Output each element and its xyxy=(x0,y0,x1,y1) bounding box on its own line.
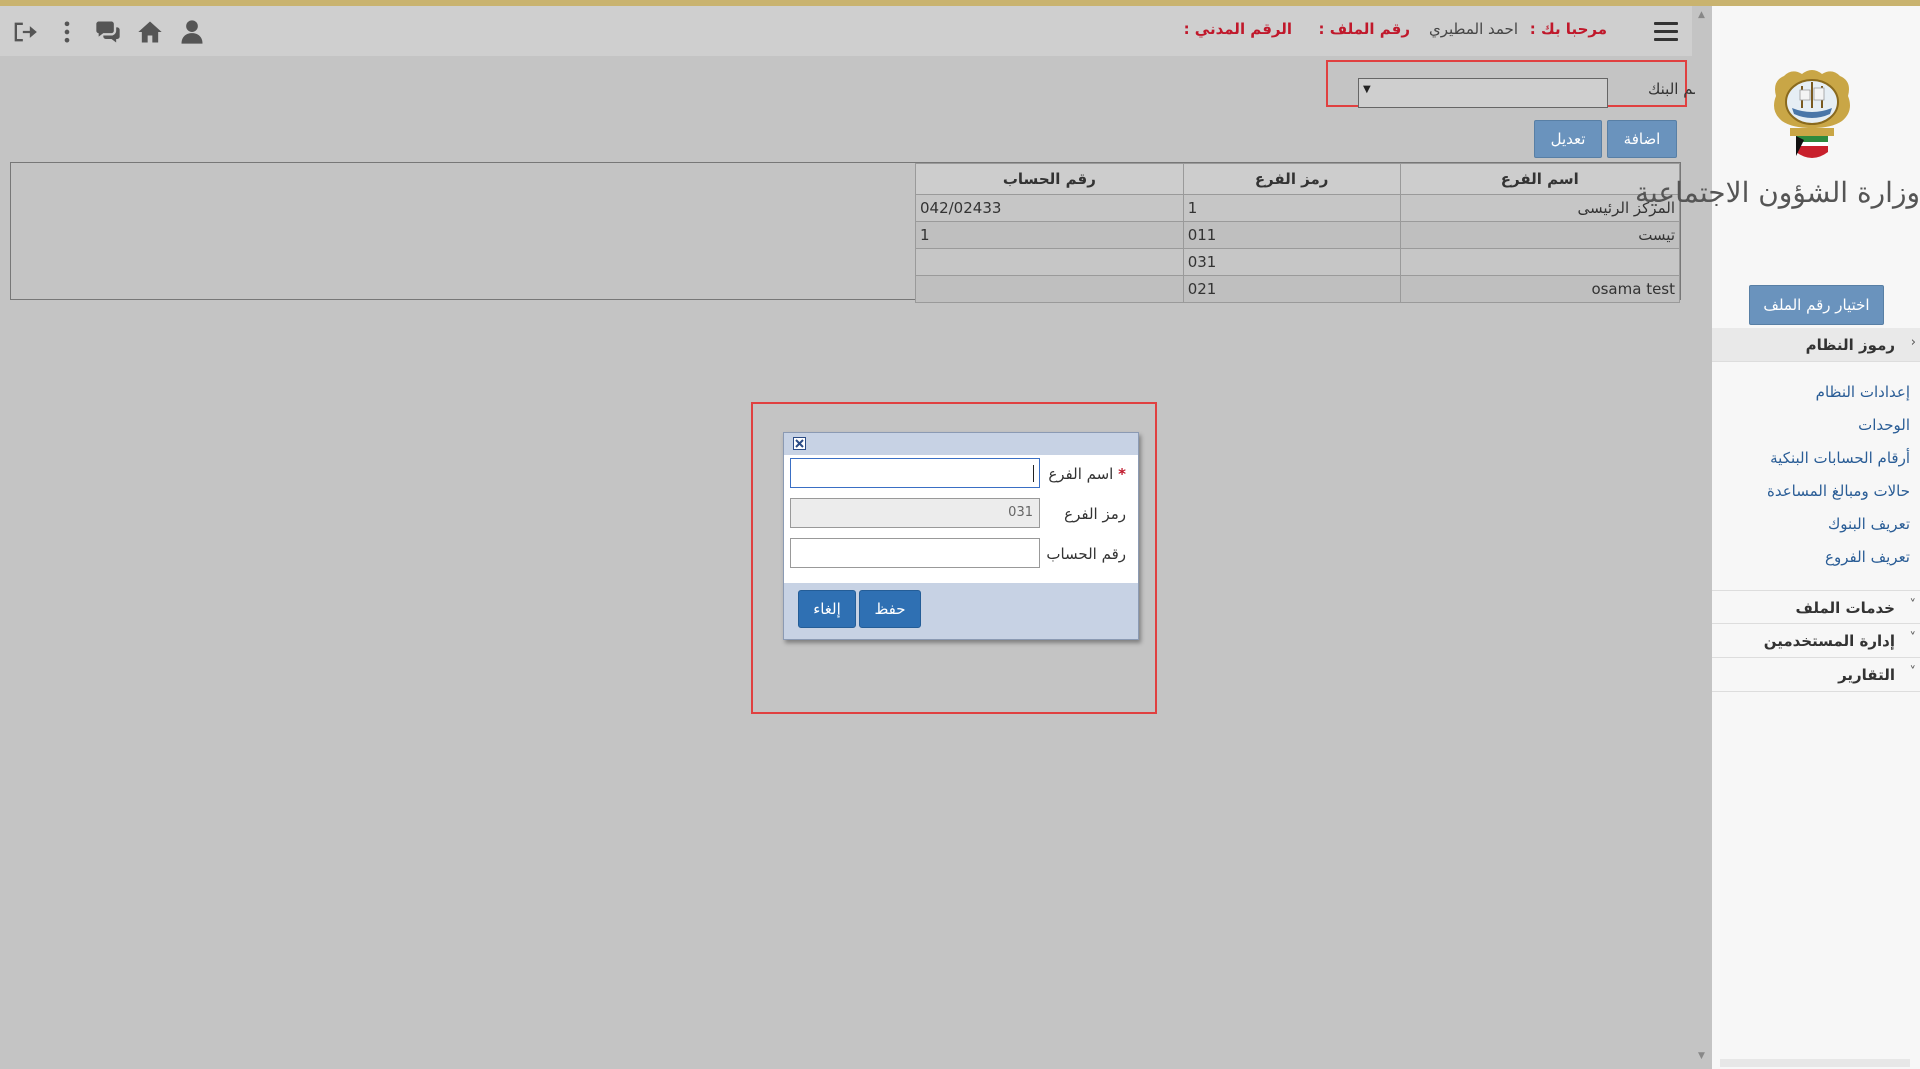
cell-branch-name: osama test xyxy=(1399,275,1681,303)
cell-branch-code: 011 xyxy=(1182,221,1401,249)
cell-branch-code: 021 xyxy=(1182,275,1401,303)
table-row[interactable]: osama test 021 xyxy=(915,275,1681,303)
chevron-down-icon: ˅ xyxy=(1909,665,1917,680)
cell-account-number: 042/02433 xyxy=(915,194,1184,222)
cell-account-number xyxy=(915,275,1184,303)
vertical-scrollbar[interactable]: ▲ ▼ xyxy=(1695,6,1710,1069)
chevron-down-icon: ˅ xyxy=(1909,631,1917,646)
branch-code-value: 031 xyxy=(1008,505,1033,520)
branch-code-label: رمز الفرع xyxy=(1064,505,1126,523)
dialog-form: * اسم الفرع رمز الفرع 031 رقم الحساب xyxy=(784,455,1138,583)
add-button[interactable]: اضافة xyxy=(1607,120,1677,158)
ministry-logo xyxy=(1762,66,1862,186)
menu-icon[interactable] xyxy=(1654,22,1678,42)
logout-icon[interactable] xyxy=(10,18,38,46)
sidebar-item-system-settings[interactable]: إعدادات النظام xyxy=(1816,383,1910,401)
sidebar-section-file-services[interactable]: ˅ خدمات الملف xyxy=(1712,590,1920,624)
branches-table: اسم الفرع رمز الفرع رقم الحساب المركز ال… xyxy=(915,163,1681,303)
file-number-label: رقم الملف : xyxy=(1318,20,1410,38)
section-label: خدمات الملف xyxy=(1795,599,1895,617)
chevron-down-icon: ˅ xyxy=(1909,598,1917,613)
more-vertical-icon[interactable] xyxy=(53,18,81,46)
table-row[interactable]: المركز الرئيسى 1 042/02433 xyxy=(915,194,1681,222)
column-header-account-number[interactable]: رقم الحساب xyxy=(915,163,1184,195)
dialog-footer: حفظ إلغاء xyxy=(784,583,1138,639)
sidebar-item-aid-cases-amounts[interactable]: حالات ومبالغ المساعدة xyxy=(1767,482,1910,500)
user-icon[interactable] xyxy=(178,18,206,46)
required-mark: * xyxy=(1118,465,1126,483)
top-header: مرحبا بك : احمد المطيري رقم الملف : الرق… xyxy=(0,6,1692,56)
save-button[interactable]: حفظ xyxy=(859,590,921,628)
comments-icon[interactable] xyxy=(94,18,122,46)
dropdown-arrow-icon: ▼ xyxy=(1363,84,1371,95)
add-branch-dialog: * اسم الفرع رمز الفرع 031 رقم الحساب حفظ… xyxy=(783,432,1139,640)
dialog-title-bar xyxy=(784,433,1138,455)
account-number-input[interactable] xyxy=(790,538,1040,568)
bank-select[interactable]: ▼ xyxy=(1358,78,1608,108)
sidebar-section-reports[interactable]: ˅ التقارير xyxy=(1712,658,1920,692)
sidebar-section-user-management[interactable]: ˅ إدارة المستخدمين xyxy=(1712,624,1920,658)
edit-button[interactable]: تعديل xyxy=(1534,120,1602,158)
civil-id-label: الرقم المدني : xyxy=(1183,20,1292,38)
welcome-bar: مرحبا بك : احمد المطيري رقم الملف : الرق… xyxy=(392,16,1692,46)
horizontal-scrollbar[interactable] xyxy=(1720,1059,1910,1067)
sidebar-item-units[interactable]: الوحدات xyxy=(1858,416,1910,434)
cancel-button[interactable]: إلغاء xyxy=(798,590,856,628)
account-number-label: رقم الحساب xyxy=(1046,545,1126,563)
welcome-label: مرحبا بك : xyxy=(1529,20,1607,38)
user-name: احمد المطيري xyxy=(1428,20,1518,38)
branch-code-input: 031 xyxy=(790,498,1040,528)
sidebar-item-bank-definition[interactable]: تعريف البنوك xyxy=(1828,515,1910,533)
branch-name-label: * اسم الفرع xyxy=(1048,465,1126,483)
grid-header-row: اسم الفرع رمز الفرع رقم الحساب xyxy=(915,163,1681,195)
chevron-left-icon: ‹ xyxy=(1910,335,1916,350)
cell-account-number xyxy=(915,248,1184,276)
branch-name-input[interactable] xyxy=(790,458,1040,488)
section-label: إدارة المستخدمين xyxy=(1763,632,1895,650)
close-icon[interactable] xyxy=(793,437,806,450)
scroll-up-icon[interactable]: ▲ xyxy=(1698,10,1705,20)
branch-name-label-text: اسم الفرع xyxy=(1048,465,1114,483)
sidebar: وزارة الشؤون الاجتماعية اختيار رقم الملف… xyxy=(1634,6,1920,1069)
ministry-name: وزارة الشؤون الاجتماعية xyxy=(1634,176,1920,209)
cell-branch-code: 1 xyxy=(1182,194,1401,222)
section-label: رموز النظام xyxy=(1805,336,1895,354)
cell-account-number: 1 xyxy=(915,221,1184,249)
column-header-branch-code[interactable]: رمز الفرع xyxy=(1182,163,1401,195)
scroll-down-icon[interactable]: ▼ xyxy=(1698,1051,1705,1061)
home-icon[interactable] xyxy=(136,18,164,46)
text-caret xyxy=(1033,465,1034,482)
sidebar-section-system-codes[interactable]: ‹ رموز النظام xyxy=(1712,328,1920,362)
sidebar-item-bank-account-numbers[interactable]: أرقام الحسابات البنكية xyxy=(1770,449,1910,467)
cell-branch-name: تيست xyxy=(1399,221,1681,249)
cell-branch-name xyxy=(1399,248,1681,276)
sidebar-item-branch-definition[interactable]: تعريف الفروع xyxy=(1825,548,1910,566)
select-file-number-button[interactable]: اختيار رقم الملف xyxy=(1749,285,1884,325)
main-area: مرحبا بك : احمد المطيري رقم الملف : الرق… xyxy=(0,6,1710,1069)
table-row[interactable]: تيست 011 1 xyxy=(915,221,1681,249)
table-row[interactable]: 031 xyxy=(915,248,1681,276)
cell-branch-code: 031 xyxy=(1182,248,1401,276)
branches-grid: اسم الفرع رمز الفرع رقم الحساب المركز ال… xyxy=(10,162,1681,303)
section-label: التقارير xyxy=(1838,666,1895,684)
